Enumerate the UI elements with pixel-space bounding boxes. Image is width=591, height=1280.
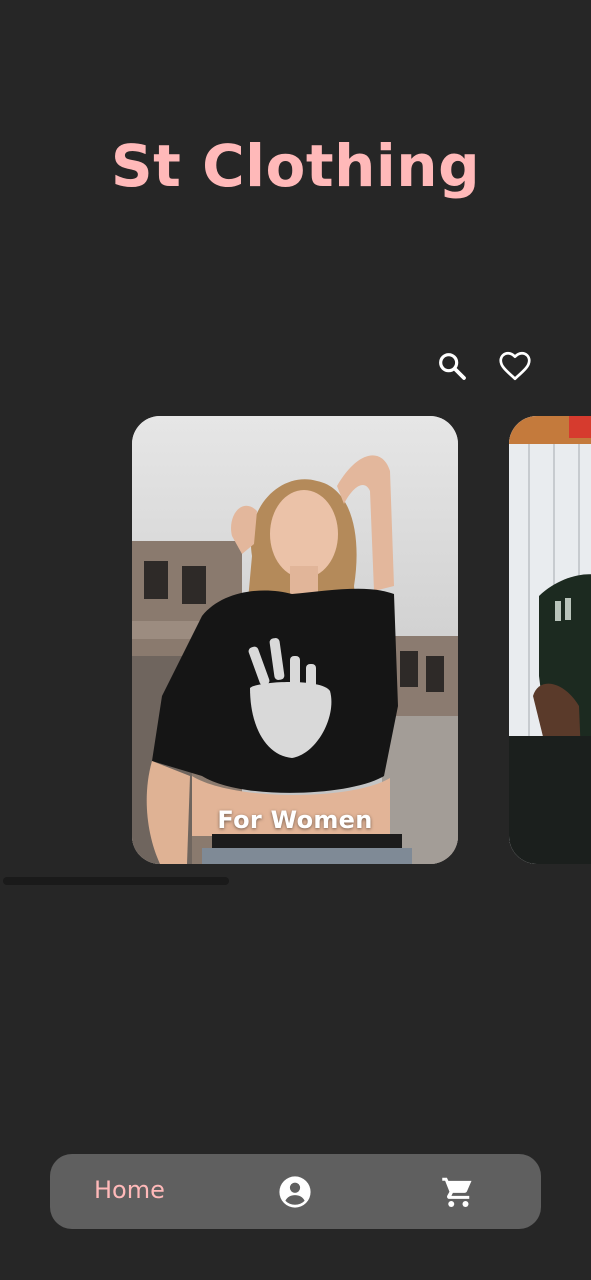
nav-profile-button[interactable] [278,1175,312,1209]
shopping-cart-icon [442,1177,472,1207]
bottom-navigation: Home [50,1154,541,1229]
search-icon [439,353,466,380]
search-button[interactable] [432,346,472,386]
account-circle-icon [279,1176,311,1208]
nav-cart-button[interactable] [440,1174,476,1210]
category-card-men[interactable] [509,416,591,864]
men-category-photo [509,416,591,864]
carousel-scroll-indicator[interactable] [3,877,229,885]
category-card-women[interactable]: For Women [132,416,458,864]
favorites-button[interactable] [495,346,535,386]
category-label-women: For Women [217,806,373,834]
nav-home[interactable]: Home [94,1176,165,1204]
app-screen: St Clothing For Women Home [0,0,591,1280]
heart-outline-icon [499,351,531,381]
app-title: St Clothing [110,132,481,200]
women-category-photo [132,416,458,864]
category-carousel[interactable]: For Women [0,416,591,864]
